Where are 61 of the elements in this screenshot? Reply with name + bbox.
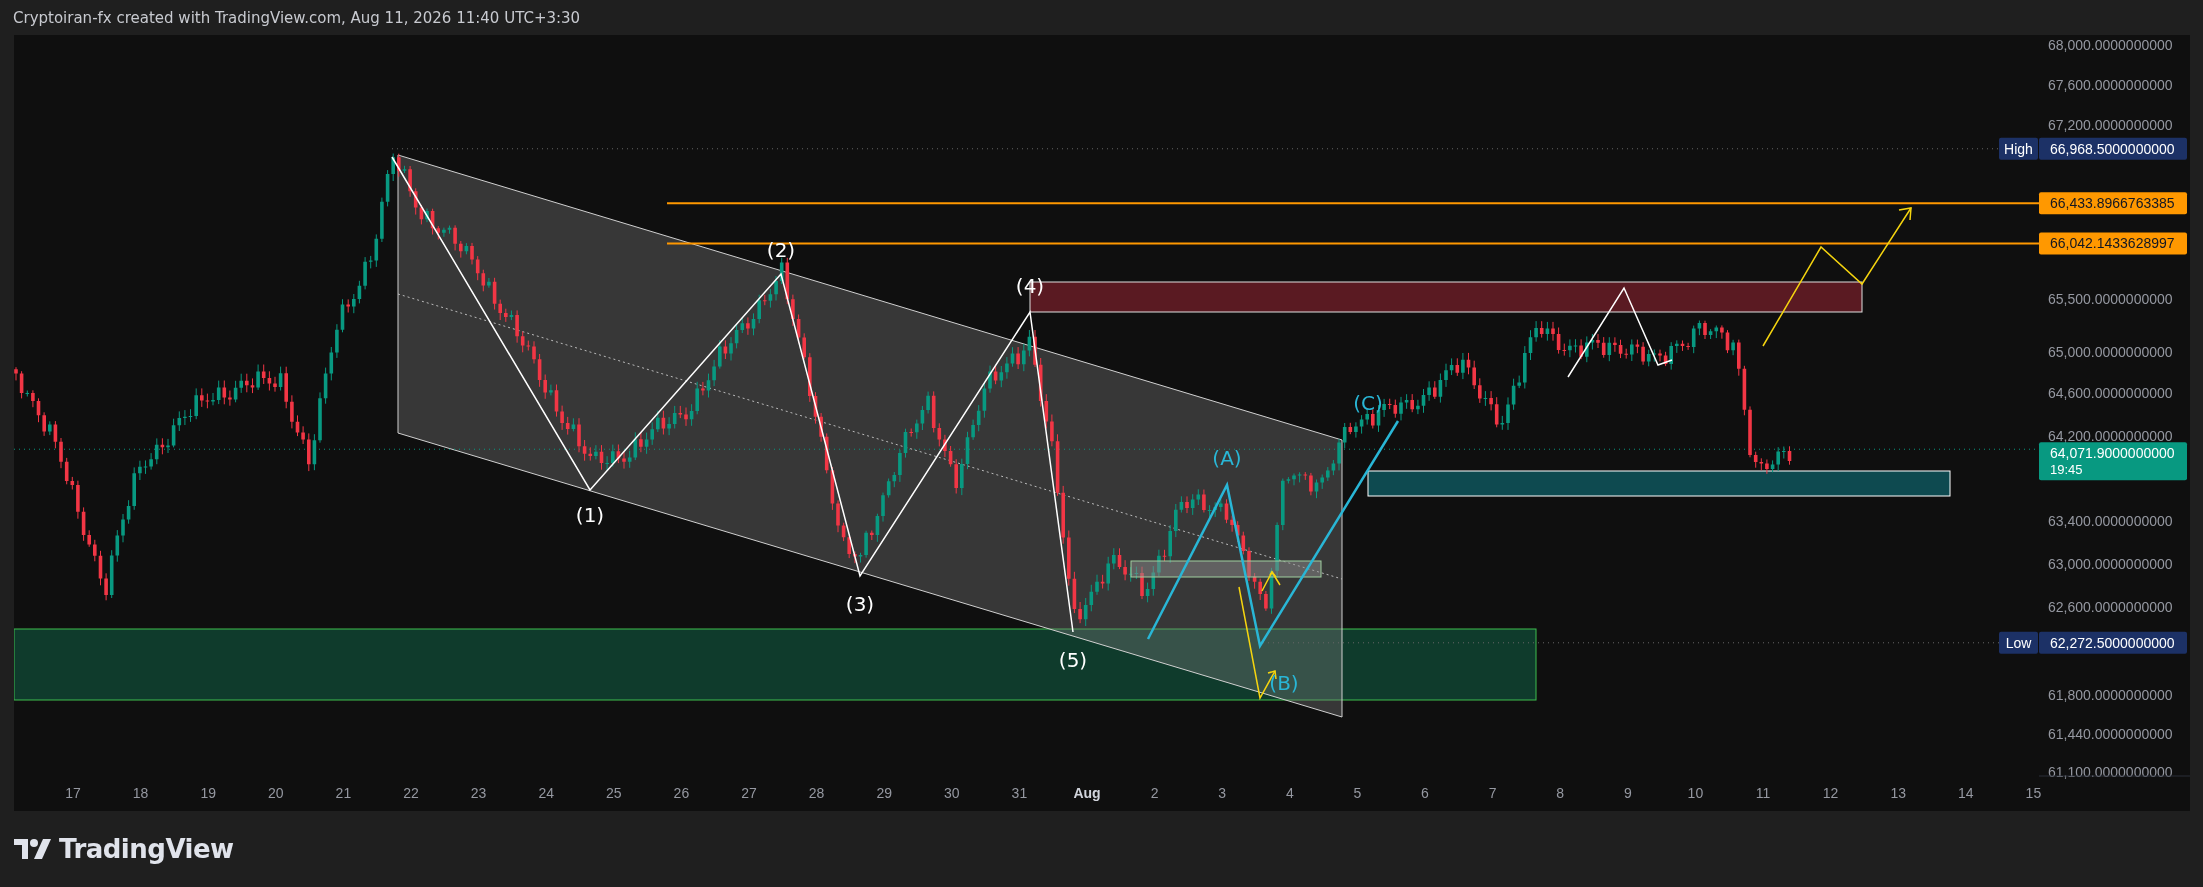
high-price-tag: 66,968.5000000000: [2039, 137, 2187, 160]
price-axis-label: 63,000.0000000000: [2048, 555, 2173, 572]
time-axis-label: 7: [1488, 785, 1497, 801]
time-axis-label: 12: [1822, 785, 1839, 801]
price-axis-label: 64,600.0000000000: [2048, 385, 2173, 402]
time-axis-label: 30: [944, 785, 960, 801]
time-axis-label: 17: [65, 785, 81, 801]
time-axis-label: 19: [200, 785, 216, 801]
logo-icon: [14, 839, 51, 859]
time-axis-label: 3: [1218, 785, 1227, 801]
wave-label: (2): [766, 238, 796, 262]
logo-text: TradingView: [59, 834, 234, 864]
time-axis-label: 25: [606, 785, 622, 801]
wave-label: (A): [1212, 446, 1242, 470]
price-axis-label: 67,600.0000000000: [2048, 77, 2173, 93]
time-axis-label: 23: [470, 785, 487, 801]
time-axis-label: 14: [1958, 785, 1974, 801]
wave-label: (5): [1058, 648, 1088, 672]
time-axis-label: 26: [673, 785, 690, 801]
low-label: Low: [1999, 631, 2038, 654]
wave-label: (B): [1269, 671, 1299, 695]
time-axis-label: 10: [1687, 785, 1704, 801]
price-axis-label: 61,100.0000000000: [2048, 763, 2173, 780]
price-axis-label: 64,200.0000000000: [2048, 427, 2173, 444]
time-axis-label: 27: [741, 785, 757, 801]
time-axis-label: 29: [876, 785, 892, 801]
low-price-tag: 62,272.5000000000: [2039, 631, 2187, 654]
wave-label: (1): [575, 503, 605, 527]
price-axis-label: 62,600.0000000000: [2048, 599, 2173, 616]
wave-label: (4): [1015, 274, 1045, 298]
time-axis-label: 31: [1011, 785, 1028, 801]
time-axis-label: 2: [1150, 785, 1159, 801]
time-axis-label: 22: [403, 785, 419, 801]
time-axis-label: 9: [1623, 785, 1632, 801]
chart-attribution: Cryptoiran-fx created with TradingView.com, Aug 11, 2026 11:40 UTC+3:30: [13, 8, 581, 27]
price-axis-label: 61,440.0000000000: [2048, 726, 2173, 743]
price-axis-label: 65,000.0000000000: [2048, 343, 2173, 360]
last-price-tag: 64,071.9000000000 19:45: [2039, 442, 2187, 481]
time-axis-label: 21: [335, 785, 352, 801]
time-axis-label: 15: [2025, 785, 2042, 801]
price-axis-label: 65,500.0000000000: [2048, 291, 2173, 308]
high-label: High: [1999, 137, 2038, 160]
time-axis-label: 13: [1890, 785, 1906, 801]
wave-label: (C): [1353, 391, 1383, 415]
price-axis-label: 68,000.0000000000: [2048, 36, 2173, 53]
time-axis-label: 8: [1556, 785, 1565, 801]
price-axis-label: 63,400.0000000000: [2048, 512, 2173, 529]
price-axis-label: 67,200.0000000000: [2048, 117, 2173, 134]
time-axis-label: 24: [538, 785, 554, 801]
wave-label: (3): [845, 592, 875, 616]
level-price-tag: 66,433.8966763385: [2039, 192, 2187, 215]
time-axis-label: 18: [132, 785, 149, 801]
time-axis-label: 5: [1353, 785, 1362, 801]
time-axis-label: 20: [268, 785, 284, 801]
level-price-tag: 66,042.1433628997: [2039, 232, 2187, 255]
time-axis-label: Aug: [1073, 785, 1101, 801]
time-axis-label: 4: [1285, 785, 1294, 801]
time-axis-label: 28: [808, 785, 825, 801]
time-axis-label: 11: [1755, 785, 1771, 801]
time-axis-label: 6: [1421, 785, 1429, 801]
price-axis-label: 61,800.0000000000: [2048, 686, 2173, 703]
